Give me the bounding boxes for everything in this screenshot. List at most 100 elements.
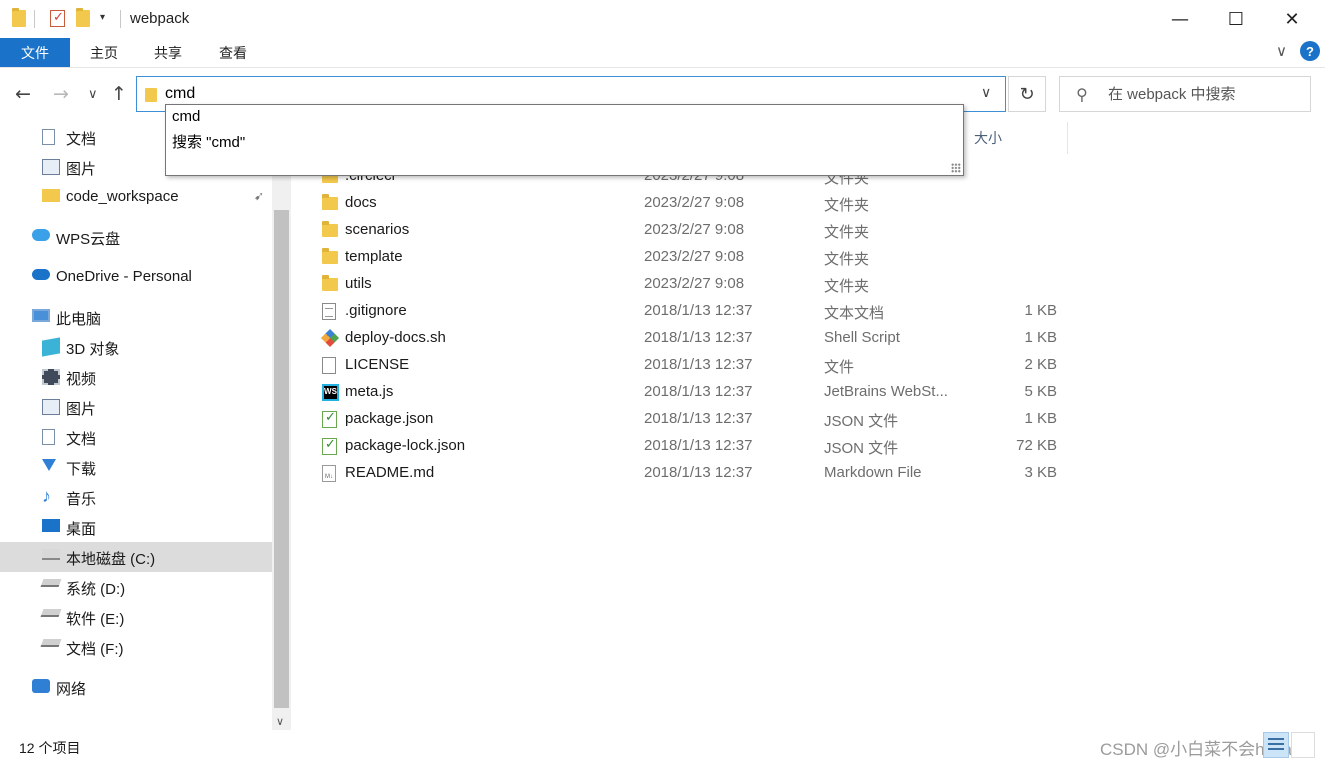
recent-locations-button[interactable]: ∨ xyxy=(88,87,98,102)
tab-home[interactable]: 主页 xyxy=(78,38,130,67)
file-type: 文件夹 xyxy=(824,224,870,241)
large-icons-view-button[interactable] xyxy=(1291,732,1315,758)
sidebar-item[interactable]: 系统 (D:) xyxy=(0,572,272,602)
sidebar-item[interactable]: 图片 xyxy=(0,392,272,422)
pictures-icon xyxy=(42,399,60,415)
customize-quick-access-icon[interactable]: ▾ xyxy=(100,12,105,23)
file-row[interactable]: .gitignore 2018/1/13 12:37 文本文档 1 KB xyxy=(314,298,1074,325)
file-date-modified: 2023/2/27 9:08 xyxy=(644,275,745,292)
resize-grip-icon[interactable] xyxy=(951,163,961,173)
sidebar-item[interactable]: 网络 xyxy=(0,672,272,702)
file-date-modified: 2018/1/13 12:37 xyxy=(644,356,753,373)
sidebar-item[interactable]: 文档 xyxy=(0,422,272,452)
sidebar-item-label: 图片 xyxy=(66,161,97,178)
file-type: Markdown File xyxy=(824,464,922,481)
sidebar-item-label: 软件 (E:) xyxy=(66,611,125,628)
sidebar-item[interactable]: 文档 (F:) xyxy=(0,632,272,662)
help-icon[interactable]: ? xyxy=(1300,41,1320,61)
file-row[interactable]: M↓ README.md 2018/1/13 12:37 Markdown File 3… xyxy=(314,460,1074,487)
file-date-modified: 2018/1/13 12:37 xyxy=(644,302,753,319)
file-date-modified: 2018/1/13 12:37 xyxy=(644,410,753,427)
file-row[interactable]: package-lock.json 2018/1/13 12:37 JSON 文件 7… xyxy=(314,433,1074,460)
file-name: docs xyxy=(345,194,377,211)
details-view-button[interactable] xyxy=(1263,732,1289,758)
forward-button[interactable]: → xyxy=(53,83,69,105)
tab-view[interactable]: 查看 xyxy=(206,38,260,67)
sidebar-item[interactable]: 桌面 xyxy=(0,512,272,542)
file-type: JetBrains WebSt... xyxy=(824,383,948,400)
scroll-down-icon[interactable]: ∨ xyxy=(276,715,284,728)
sidebar-item-label: 本地磁盘 (C:) xyxy=(66,551,156,568)
sidebar-item[interactable]: ♪ 音乐 xyxy=(0,482,272,512)
shell-file-icon xyxy=(320,328,340,348)
file-name: package.json xyxy=(345,410,434,427)
ribbon-tabs: 文件 主页 共享 查看 ∨ ? xyxy=(0,38,1325,68)
sidebar-item[interactable]: OneDrive - Personal xyxy=(0,262,272,292)
expand-ribbon-icon[interactable]: ∨ xyxy=(1276,42,1287,60)
properties-icon[interactable] xyxy=(50,9,65,27)
scrollbar-thumb[interactable] xyxy=(274,210,289,708)
json-file-icon xyxy=(322,409,337,428)
file-row[interactable]: docs 2023/2/27 9:08 文件夹 xyxy=(314,190,1074,217)
file-row[interactable]: utils 2023/2/27 9:08 文件夹 xyxy=(314,271,1074,298)
sidebar-item[interactable]: 本地磁盘 (C:) xyxy=(0,542,272,572)
address-dropdown-icon[interactable]: ∨ xyxy=(981,84,991,101)
sidebar-item[interactable]: 3D 对象 xyxy=(0,332,272,362)
file-type: 文件夹 xyxy=(824,278,870,295)
divider xyxy=(120,10,121,28)
divider xyxy=(34,10,35,28)
file-name: LICENSE xyxy=(345,356,410,373)
file-list: 大小 .circleci2023/2/27 9:08文件夹docs2023/2/… xyxy=(292,122,1325,730)
sidebar-item[interactable]: 下载 xyxy=(0,452,272,482)
refresh-button[interactable]: ↻ xyxy=(1008,76,1046,112)
back-button[interactable]: ← xyxy=(15,83,31,105)
file-row[interactable]: WS meta.js 2018/1/13 12:37 JetBrains WebSt.… xyxy=(314,379,1074,406)
file-name: package-lock.json xyxy=(345,437,466,454)
file-row[interactable]: scenarios 2023/2/27 9:08 文件夹 xyxy=(314,217,1074,244)
sidebar-item-label: 网络 xyxy=(56,681,87,698)
close-button[interactable]: ✕ xyxy=(1264,0,1320,38)
sidebar-item-label: 桌面 xyxy=(66,521,97,538)
3d-objects-icon xyxy=(42,337,60,357)
pin-icon[interactable]: ➹ xyxy=(254,189,264,203)
sidebar-scrollbar[interactable]: ∨ xyxy=(272,122,291,730)
onedrive-icon xyxy=(32,269,50,280)
folder-icon xyxy=(145,88,157,102)
column-header-size[interactable]: 大小 xyxy=(974,122,1002,154)
file-row[interactable]: package.json 2018/1/13 12:37 JSON 文件 1 KB xyxy=(314,406,1074,433)
file-row[interactable]: deploy-docs.sh 2018/1/13 12:37 Shell Scrip… xyxy=(314,325,1074,352)
sidebar-item[interactable]: 软件 (E:) xyxy=(0,602,272,632)
tab-file[interactable]: 文件 xyxy=(0,38,70,67)
file-row[interactable]: template 2023/2/27 9:08 文件夹 xyxy=(314,244,1074,271)
tab-share[interactable]: 共享 xyxy=(142,38,194,67)
sidebar-item[interactable]: 视频 xyxy=(0,362,272,392)
item-count: 12 个项目 xyxy=(19,740,81,756)
file-row[interactable]: LICENSE 2018/1/13 12:37 文件 2 KB xyxy=(314,352,1074,379)
maximize-button[interactable]: ☐ xyxy=(1208,0,1264,38)
file-date-modified: 2018/1/13 12:37 xyxy=(644,437,753,454)
sidebar-item-label: code_workspace xyxy=(66,188,179,205)
file-date-modified: 2018/1/13 12:37 xyxy=(644,383,753,400)
sidebar-item-label: 系统 (D:) xyxy=(66,581,126,598)
drive-icon xyxy=(40,609,62,617)
minimize-button[interactable]: — xyxy=(1152,0,1208,38)
autocomplete-search-item[interactable]: 搜索 "cmd" xyxy=(172,131,245,152)
network-icon xyxy=(32,679,50,693)
file-date-modified: 2023/2/27 9:08 xyxy=(644,221,745,238)
sidebar-item[interactable]: WPS云盘 xyxy=(0,222,272,252)
text-file-icon xyxy=(322,303,336,320)
file-size: 72 KB xyxy=(1016,437,1057,454)
autocomplete-item[interactable]: cmd xyxy=(172,108,200,125)
file-size: 1 KB xyxy=(1024,329,1057,346)
file-date-modified: 2023/2/27 9:08 xyxy=(644,248,745,265)
new-folder-icon[interactable] xyxy=(76,8,90,27)
search-input[interactable] xyxy=(1108,82,1304,106)
up-button[interactable]: ↑ xyxy=(111,83,127,105)
sidebar-item[interactable]: code_workspace ➹ xyxy=(0,182,272,212)
sidebar-item[interactable]: 此电脑 xyxy=(0,302,272,332)
json-file-icon xyxy=(322,436,337,455)
pictures-icon xyxy=(42,159,60,175)
documents-icon xyxy=(42,429,55,445)
search-box[interactable]: ⚲ xyxy=(1059,76,1311,112)
folder-icon[interactable] xyxy=(12,8,26,27)
